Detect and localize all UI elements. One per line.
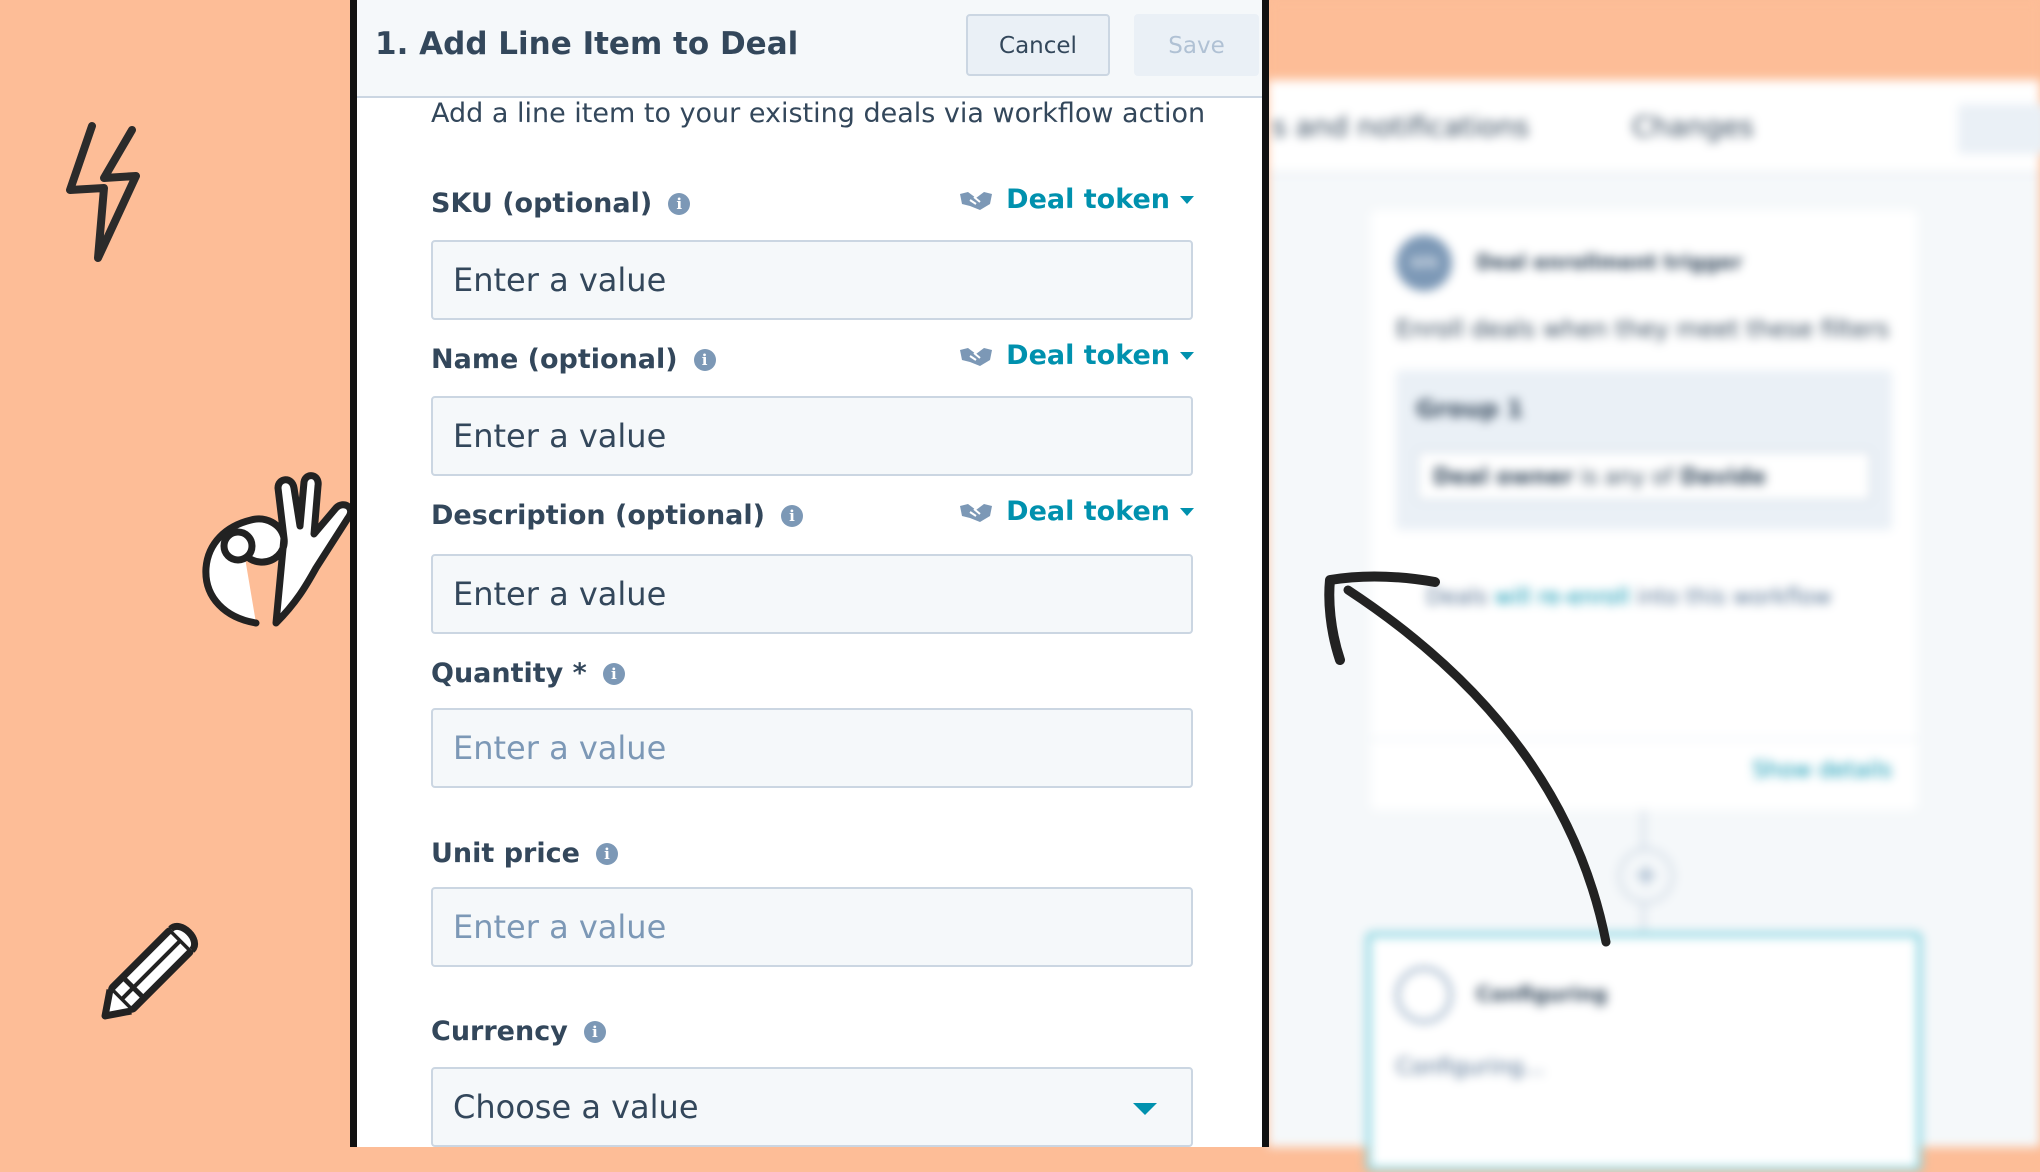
info-icon[interactable]: i: [583, 1020, 606, 1043]
name-input[interactable]: Enter a value: [431, 396, 1193, 476]
sku-label-text: SKU (optional): [431, 188, 653, 219]
description-deal-token-button[interactable]: Deal token: [958, 496, 1194, 527]
description-label-text: Description (optional): [431, 500, 765, 531]
info-icon[interactable]: i: [602, 662, 625, 685]
cancel-button[interactable]: Cancel: [966, 14, 1110, 76]
configuring-title: Configuring: [1476, 982, 1608, 1006]
chevron-down-icon: [1180, 351, 1194, 360]
currency-label: Currency i: [431, 1016, 606, 1047]
unit-price-input[interactable]: Enter a value: [431, 887, 1193, 967]
curved-arrow-icon: [1324, 571, 1611, 947]
sku-deal-token-label: Deal token: [1006, 184, 1170, 215]
panel-description: Add a line item to your existing deals v…: [431, 98, 1206, 129]
filter-group: Group 1 Deal owner is any of Davide: [1396, 370, 1892, 530]
configuring-body: Configuring...: [1396, 1055, 1545, 1080]
show-details-link[interactable]: Show details: [1752, 758, 1892, 783]
chevron-down-icon: [1180, 507, 1194, 516]
avatar: WN: [1396, 235, 1452, 291]
quantity-label: Quantity * i: [431, 658, 625, 689]
unit-price-label: Unit price i: [431, 838, 618, 869]
info-icon[interactable]: i: [668, 192, 691, 215]
lightning-icon: [66, 122, 140, 262]
filter-middle: is any of: [1573, 465, 1681, 490]
info-icon[interactable]: i: [595, 842, 618, 865]
chevron-down-icon: [1180, 195, 1194, 204]
add-line-item-panel: 1. Add Line Item to Deal Cancel Save Add…: [350, 0, 1269, 1147]
configuring-icon: [1396, 967, 1452, 1023]
name-label: Name (optional) i: [431, 344, 716, 375]
reenroll-post: into this workflow: [1629, 585, 1832, 610]
background-top-strip: [1268, 0, 2040, 80]
description-deal-token-label: Deal token: [1006, 496, 1170, 527]
trigger-card-description: Enroll deals when they meet these filter…: [1396, 315, 1890, 343]
name-label-text: Name (optional): [431, 344, 678, 375]
currency-select[interactable]: Choose a value: [431, 1067, 1193, 1147]
panel-header: 1. Add Line Item to Deal Cancel Save: [357, 0, 1262, 98]
currency-select-value: Choose a value: [453, 1088, 699, 1126]
filter-group-title: Group 1: [1416, 395, 1524, 423]
background-tab-notifications[interactable]: s and notifications: [1272, 110, 1529, 143]
chevron-down-icon: [1133, 1103, 1157, 1115]
description-input[interactable]: Enter a value: [431, 554, 1193, 634]
sku-label: SKU (optional) i: [431, 188, 691, 219]
unit-price-label-text: Unit price: [431, 838, 580, 869]
description-label: Description (optional) i: [431, 500, 803, 531]
sku-input[interactable]: Enter a value: [431, 240, 1193, 320]
panel-title: 1. Add Line Item to Deal: [375, 26, 799, 62]
quantity-label-text: Quantity *: [431, 658, 587, 689]
handshake-icon: [960, 191, 993, 210]
configuring-card[interactable]: Configuring Configuring...: [1366, 932, 1922, 1172]
name-deal-token-button[interactable]: Deal token: [958, 340, 1194, 371]
background-tab-button[interactable]: [1958, 104, 2040, 154]
name-deal-token-label: Deal token: [1006, 340, 1170, 371]
save-button[interactable]: Save: [1134, 14, 1259, 76]
handshake-icon: [960, 347, 993, 366]
info-icon[interactable]: i: [781, 504, 803, 527]
sku-deal-token-button[interactable]: Deal token: [958, 184, 1194, 215]
filter-value: Davide: [1680, 465, 1766, 490]
filter-prefix: Deal owner: [1433, 465, 1574, 490]
ok-hand-icon: [202, 472, 355, 627]
trigger-card-title: Deal enrollment trigger: [1476, 250, 1743, 274]
quantity-input[interactable]: Enter a value: [431, 708, 1193, 788]
currency-label-text: Currency: [431, 1016, 568, 1047]
info-icon[interactable]: i: [693, 348, 716, 371]
background-tab-changes[interactable]: Changes: [1632, 110, 1754, 143]
pencil-icon: [101, 923, 198, 1020]
handshake-icon: [960, 503, 993, 522]
filter-row[interactable]: Deal owner is any of Davide: [1416, 450, 1872, 502]
